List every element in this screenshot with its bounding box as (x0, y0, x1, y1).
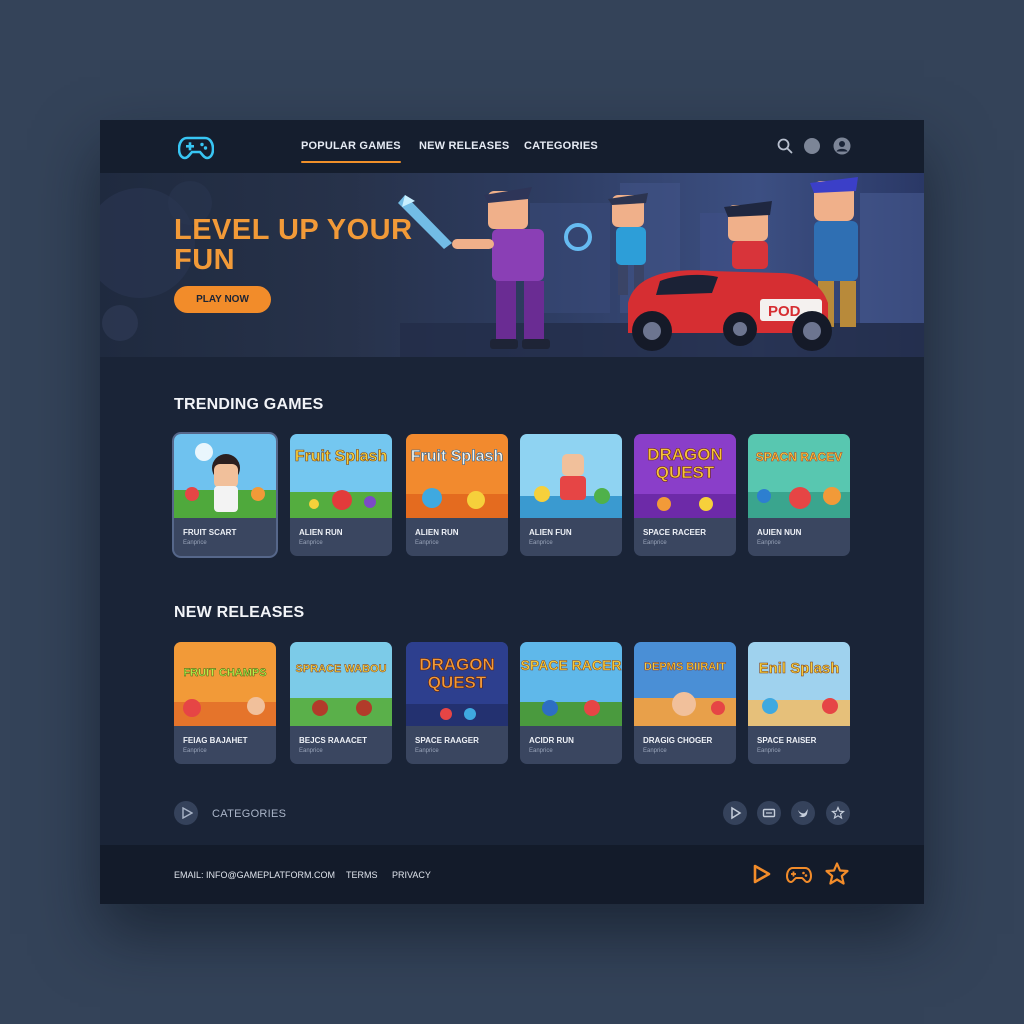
game-thumbnail (290, 434, 392, 518)
search-icon[interactable] (776, 137, 794, 155)
thumbnail-caption: DRAGON QUEST (647, 445, 723, 482)
game-subtitle: Eanprice (529, 540, 553, 546)
star-icon (831, 806, 845, 820)
game-title: ALIEN RUN (415, 528, 459, 537)
footer: EMAIL: INFO@GAMEPLATFORM.COM TERMS PRIVA… (100, 845, 924, 904)
hero-banner: POD LEVEL UP YOUR FUN PLAY NOW (100, 173, 924, 357)
game-subtitle: Eanprice (299, 540, 323, 546)
game-title: ALIEN FUN (529, 528, 572, 537)
game-title: FRUIT SCART (183, 528, 237, 537)
game-card[interactable]: FRUIT CHAMPS FEIAG BAJAHET Eanprice (174, 642, 276, 764)
game-title: FEIAG BAJAHET (183, 736, 248, 745)
notification-dot-icon[interactable] (804, 138, 820, 154)
ticket-icon (762, 808, 776, 818)
game-subtitle: Eanprice (183, 540, 207, 546)
game-thumbnail (520, 434, 622, 518)
game-thumbnail (290, 642, 392, 726)
game-title: DRAGIG CHOGER (643, 736, 713, 745)
game-card[interactable]: DRAGON QUEST SPACE RAAGER Eanprice (406, 642, 508, 764)
game-card[interactable]: SPACN RACEV AUIEN NUN Eanprice (748, 434, 850, 556)
user-icon[interactable] (833, 137, 851, 155)
new-releases-section-title: NEW RELEASES (174, 604, 305, 621)
categories-play-button[interactable] (174, 801, 198, 825)
gamepad-icon[interactable] (786, 861, 812, 887)
game-title: SPACE RAAGER (415, 736, 479, 745)
play-icon (182, 807, 193, 819)
nav-categories[interactable]: CATEGORIES (524, 140, 598, 152)
app-window: POPULAR GAMES NEW RELEASES CATEGORIES PO… (100, 120, 924, 904)
thumbnail-caption: SPACN RACEV (755, 450, 843, 465)
game-thumbnail (520, 642, 622, 726)
game-card[interactable]: SPACE RACER ACIDR RUN Eanprice (520, 642, 622, 764)
game-card[interactable]: DEPMS BIIRAIT DRAGIG CHOGER Eanprice (634, 642, 736, 764)
hero-title: LEVEL UP YOUR FUN (174, 214, 413, 276)
bird-icon (798, 809, 808, 818)
thumbnail-caption: FRUIT CHAMPS (183, 667, 267, 679)
game-card[interactable]: Enil Splash SPACE RAISER Eanprice (748, 642, 850, 764)
game-thumbnail (634, 642, 736, 726)
thumbnail-caption: DRAGON QUEST (419, 655, 495, 692)
nav-new-releases[interactable]: NEW RELEASES (419, 140, 509, 152)
game-card[interactable]: ALIEN FUN Eanprice (520, 434, 622, 556)
game-title: ALIEN RUN (299, 528, 343, 537)
social-bird-button[interactable] (791, 801, 815, 825)
nav-popular-games[interactable]: POPULAR GAMES (301, 140, 401, 163)
social-ticket-button[interactable] (757, 801, 781, 825)
game-card[interactable]: FRUIT SCART Eanprice (174, 434, 276, 556)
star-icon[interactable] (824, 861, 850, 887)
thumbnail-caption: Enil Splash (758, 660, 840, 678)
new-releases-list: FRUIT CHAMPS FEIAG BAJAHET Eanprice SPRA… (174, 642, 852, 768)
game-thumbnail (748, 434, 850, 518)
game-subtitle: Eanprice (299, 748, 323, 754)
game-subtitle: Eanprice (415, 748, 439, 754)
game-card[interactable]: DRAGON QUEST SPACE RACEER Eanprice (634, 434, 736, 556)
game-card[interactable]: Fruit Splash ALIEN RUN Eanprice (406, 434, 508, 556)
trending-games-list: FRUIT SCART Eanprice Fruit Splash ALIEN … (174, 434, 852, 560)
play-icon[interactable] (748, 861, 774, 887)
game-thumbnail (174, 434, 276, 518)
thumbnail-caption: SPACE RACER (520, 657, 622, 674)
game-subtitle: Eanprice (183, 748, 207, 754)
footer-email[interactable]: EMAIL: INFO@GAMEPLATFORM.COM (174, 870, 335, 880)
play-icon (731, 806, 742, 820)
game-subtitle: Eanprice (529, 748, 553, 754)
game-subtitle: Eanprice (643, 540, 667, 546)
thumbnail-caption: Fruit Splash (294, 448, 388, 466)
footer-terms-link[interactable]: TERMS (346, 870, 378, 880)
game-thumbnail (406, 434, 508, 518)
trending-section-title: TRENDING GAMES (174, 396, 324, 413)
game-subtitle: Eanprice (757, 748, 781, 754)
game-title: SPACE RAISER (757, 736, 817, 745)
thumbnail-caption: Fruit Splash (410, 448, 504, 466)
header: POPULAR GAMES NEW RELEASES CATEGORIES (100, 120, 924, 173)
gamepad-icon[interactable] (178, 134, 214, 160)
social-play-button[interactable] (723, 801, 747, 825)
game-card[interactable]: SPRACE WABOU BEJCS RAAACET Eanprice (290, 642, 392, 764)
game-title: SPACE RACEER (643, 528, 706, 537)
game-subtitle: Eanprice (415, 540, 439, 546)
game-subtitle: Eanprice (757, 540, 781, 546)
game-title: ACIDR RUN (529, 736, 574, 745)
game-thumbnail (174, 642, 276, 726)
game-title: BEJCS RAAACET (299, 736, 368, 745)
game-card[interactable]: Fruit Splash ALIEN RUN Eanprice (290, 434, 392, 556)
thumbnail-caption: SPRACE WABOU (295, 663, 387, 675)
footer-privacy-link[interactable]: PRIVACY (392, 870, 431, 880)
game-subtitle: Eanprice (643, 748, 667, 754)
categories-link[interactable]: CATEGORIES (212, 808, 286, 820)
game-thumbnail (748, 642, 850, 726)
play-now-button[interactable]: PLAY NOW (174, 286, 271, 313)
social-star-button[interactable] (826, 801, 850, 825)
game-title: AUIEN NUN (757, 528, 802, 537)
thumbnail-caption: DEPMS BIIRAIT (644, 661, 726, 673)
svg-text:POD: POD (768, 303, 801, 320)
